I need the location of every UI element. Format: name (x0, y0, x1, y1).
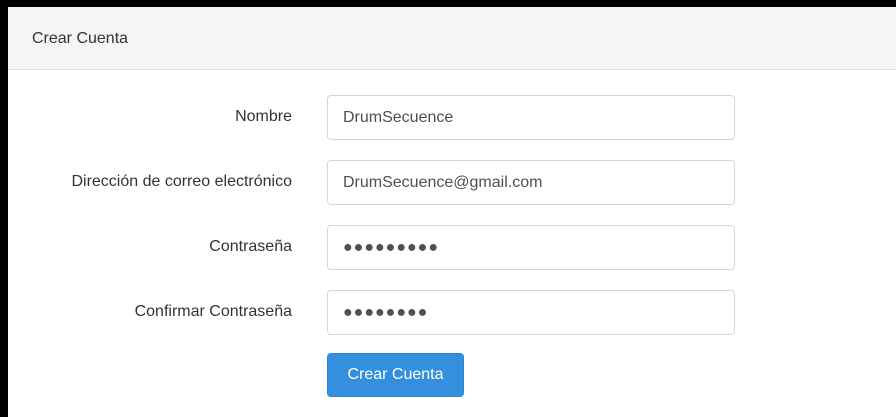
confirm-password-input[interactable]: ●●●●●●●● (327, 290, 735, 335)
password-value: ●●●●●●●●● (343, 239, 439, 256)
email-input[interactable]: DrumSecuence@gmail.com (327, 160, 735, 205)
create-account-button[interactable]: Crear Cuenta (327, 353, 464, 397)
name-label: Nombre (235, 108, 292, 125)
email-label: Dirección de correo electrónico (71, 173, 292, 190)
name-input[interactable]: DrumSecuence (327, 95, 735, 140)
card-title: Crear Cuenta (32, 30, 129, 47)
app-window: Crear Cuenta Nombre DrumSecuence Direcci… (0, 0, 896, 417)
password-input[interactable]: ●●●●●●●●● (327, 225, 735, 270)
card-header: Crear Cuenta (8, 7, 896, 70)
password-label: Contraseña (209, 238, 292, 255)
confirm-password-label: Confirmar Contraseña (134, 303, 292, 320)
confirm-password-value: ●●●●●●●● (343, 304, 429, 321)
